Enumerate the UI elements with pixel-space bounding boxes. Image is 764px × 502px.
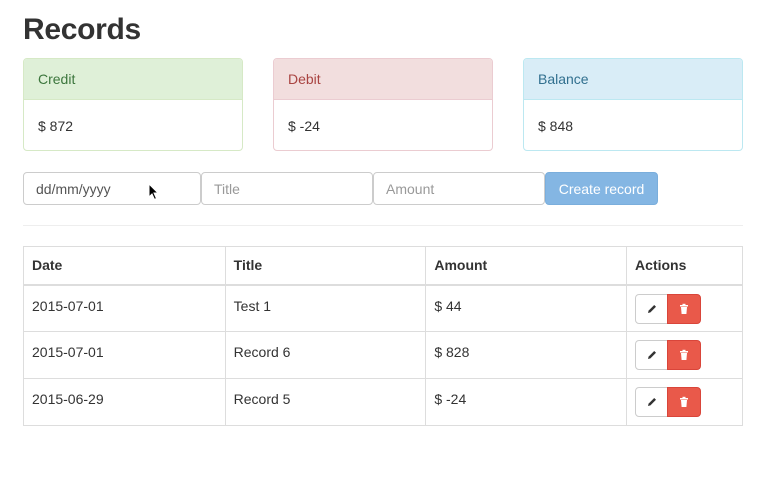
edit-button[interactable] [635, 387, 669, 417]
divider [23, 225, 743, 226]
date-column-header: Date [23, 246, 226, 286]
credit-panel: Credit $ 872 [23, 58, 243, 151]
title-column-header: Title [224, 246, 427, 286]
row-date: 2015-07-01 [23, 331, 226, 379]
delete-button[interactable] [667, 340, 702, 370]
credit-label: Credit [24, 59, 242, 100]
balance-panel: Balance $ 848 [523, 58, 743, 151]
table-header-row: Date Title Amount Actions [23, 246, 743, 286]
row-actions [626, 331, 743, 379]
date-input[interactable] [23, 172, 201, 205]
debit-label: Debit [274, 59, 492, 100]
actions-column-header: Actions [626, 246, 743, 286]
row-amount: $ -24 [425, 378, 628, 426]
table-row: 2015-07-01 Record 6 $ 828 [23, 331, 743, 379]
edit-button[interactable] [635, 293, 669, 324]
trash-icon [680, 396, 689, 407]
row-date: 2015-07-01 [23, 284, 226, 332]
mouse-cursor-icon [148, 183, 160, 201]
page-title: Records [23, 13, 141, 46]
row-title: Record 5 [224, 378, 427, 426]
row-title: Record 6 [224, 331, 427, 379]
row-amount: $ 44 [425, 284, 628, 332]
row-actions [626, 378, 743, 426]
row-amount: $ 828 [425, 331, 628, 379]
debit-panel: Debit $ -24 [273, 58, 493, 151]
trash-icon [680, 349, 689, 360]
create-record-button[interactable]: Create record [545, 172, 658, 205]
balance-value: $ 848 [538, 118, 574, 134]
amount-input[interactable] [373, 172, 545, 205]
table-row: 2015-07-01 Test 1 $ 44 [23, 284, 743, 332]
row-title: Test 1 [224, 284, 427, 332]
delete-button[interactable] [667, 387, 702, 417]
pencil-icon [647, 398, 656, 406]
title-input[interactable] [201, 172, 373, 205]
delete-button[interactable] [667, 293, 702, 324]
records-table: Date Title Amount Actions 2015-07-01 Tes… [23, 246, 743, 426]
row-actions [626, 284, 743, 332]
trash-icon [680, 303, 689, 314]
pencil-icon [647, 351, 656, 359]
debit-value: $ -24 [288, 118, 320, 134]
row-date: 2015-06-29 [23, 378, 226, 426]
amount-column-header: Amount [425, 246, 628, 286]
pencil-icon [647, 304, 656, 313]
table-row: 2015-06-29 Record 5 $ -24 [23, 378, 743, 426]
edit-button[interactable] [635, 340, 669, 370]
credit-value: $ 872 [38, 118, 74, 134]
balance-label: Balance [524, 59, 742, 100]
